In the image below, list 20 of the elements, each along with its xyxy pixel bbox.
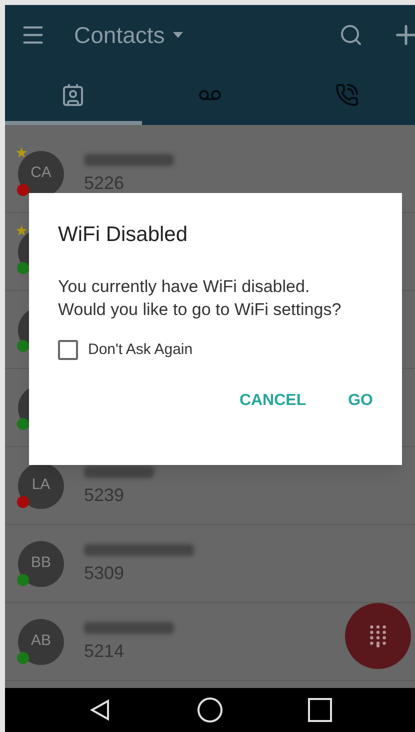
checkbox[interactable] bbox=[58, 340, 78, 360]
checkbox-label: Don't Ask Again bbox=[88, 340, 193, 360]
dialog-button[interactable]: GO bbox=[334, 383, 387, 419]
home-icon[interactable] bbox=[196, 697, 223, 723]
dialog-title: WiFi Disabled bbox=[58, 222, 189, 248]
dialog-message: You currently have WiFi disabled. Would you like to go to WiFi settings? bbox=[58, 276, 342, 320]
avatar-initials: BB bbox=[30, 553, 51, 574]
caret-icon bbox=[172, 32, 183, 38]
title-dropdown[interactable]: Contacts bbox=[74, 18, 183, 52]
avatar-initials: CA bbox=[30, 163, 52, 184]
dialpad-icon bbox=[369, 624, 387, 648]
phone-icon bbox=[334, 83, 359, 107]
blurred-name bbox=[84, 466, 154, 478]
search-icon[interactable] bbox=[339, 23, 363, 47]
avatar-initials: AB bbox=[30, 631, 51, 652]
dialog-button[interactable]: CANCEL bbox=[225, 383, 320, 419]
recents-icon[interactable] bbox=[308, 698, 332, 722]
contact-card-icon bbox=[61, 83, 86, 107]
back-icon[interactable] bbox=[88, 698, 112, 722]
avatar-initials: LA bbox=[32, 475, 50, 496]
